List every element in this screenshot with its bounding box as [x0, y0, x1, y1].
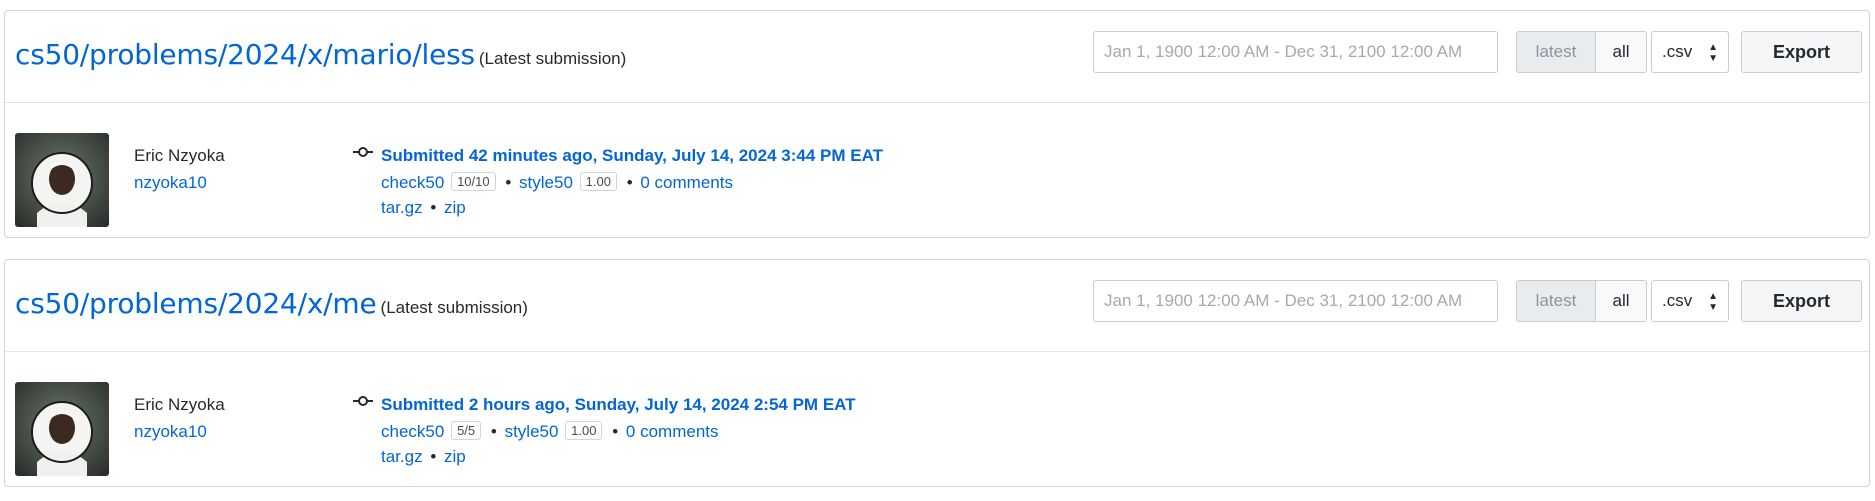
date-range-input[interactable] [1093, 31, 1498, 73]
user-avatar[interactable] [15, 133, 109, 227]
separator: • [430, 198, 437, 217]
zip-download-link[interactable]: zip [444, 447, 466, 466]
user-avatar[interactable] [15, 382, 109, 476]
submission-card-mario-less: cs50/problems/2024/x/mario/less (Latest s… [4, 10, 1870, 238]
check50-link[interactable]: check50 [381, 422, 444, 441]
problem-link[interactable]: cs50/problems/2024/x/me [15, 287, 377, 320]
separator: • [430, 447, 437, 466]
latest-submission-note: (Latest submission) [478, 49, 627, 68]
style50-score-badge: 1.00 [579, 172, 617, 191]
latest-toggle[interactable]: latest [1517, 281, 1596, 321]
latest-submission-note: (Latest submission) [380, 298, 528, 317]
latest-toggle[interactable]: latest [1517, 32, 1596, 72]
all-toggle[interactable]: all [1596, 281, 1646, 321]
user-name: Eric Nzyoka [134, 146, 225, 165]
submission-checks: check50 5/5 • style50 1.00 • 0 comments [381, 421, 719, 442]
separator: • [612, 422, 619, 441]
user-handle-link[interactable]: nzyoka10 [134, 173, 207, 193]
format-select-value: .csv [1662, 42, 1693, 61]
git-commit-icon [353, 147, 373, 157]
export-button[interactable]: Export [1741, 280, 1862, 322]
targz-download-link[interactable]: tar.gz [381, 198, 423, 217]
submission-timestamp-link[interactable]: Submitted 2 hours ago, Sunday, July 14, … [381, 395, 856, 415]
check50-score-badge: 10/10 [451, 172, 496, 191]
style50-link[interactable]: style50 [519, 173, 573, 192]
card-header: cs50/problems/2024/x/mario/less (Latest s… [5, 11, 1869, 103]
sort-caret-icon: ▲ ▼ [1708, 291, 1718, 313]
targz-download-link[interactable]: tar.gz [381, 447, 423, 466]
submission-filter-toggle: latest all [1516, 280, 1647, 322]
card-header: cs50/problems/2024/x/me (Latest submissio… [5, 260, 1869, 352]
download-links: tar.gz • zip [381, 198, 466, 218]
check50-score-badge: 5/5 [451, 421, 482, 440]
sort-caret-icon: ▲ ▼ [1708, 42, 1718, 64]
style50-score-badge: 1.00 [565, 421, 603, 440]
export-button[interactable]: Export [1741, 31, 1862, 73]
user-name: Eric Nzyoka [134, 395, 225, 414]
style50-link[interactable]: style50 [505, 422, 559, 441]
download-links: tar.gz • zip [381, 447, 466, 467]
all-toggle[interactable]: all [1596, 32, 1646, 72]
submission-filter-toggle: latest all [1516, 31, 1647, 73]
submission-card-me: cs50/problems/2024/x/me (Latest submissio… [4, 259, 1870, 487]
format-select-value: .csv [1662, 291, 1693, 310]
problem-link[interactable]: cs50/problems/2024/x/mario/less [15, 38, 475, 71]
format-select[interactable]: .csv ▲ ▼ [1651, 280, 1729, 322]
user-handle-link[interactable]: nzyoka10 [134, 422, 207, 442]
submission-timestamp-link[interactable]: Submitted 42 minutes ago, Sunday, July 1… [381, 146, 883, 166]
zip-download-link[interactable]: zip [444, 198, 466, 217]
separator: • [490, 422, 497, 441]
comments-link[interactable]: 0 comments [626, 422, 719, 441]
git-commit-icon [353, 396, 373, 406]
separator: • [626, 173, 633, 192]
submission-checks: check50 10/10 • style50 1.00 • 0 comment… [381, 172, 733, 193]
check50-link[interactable]: check50 [381, 173, 444, 192]
problem-title: cs50/problems/2024/x/me (Latest submissio… [15, 287, 528, 320]
format-select[interactable]: .csv ▲ ▼ [1651, 31, 1729, 73]
separator: • [505, 173, 512, 192]
problem-title: cs50/problems/2024/x/mario/less (Latest s… [15, 38, 626, 71]
date-range-input[interactable] [1093, 280, 1498, 322]
comments-link[interactable]: 0 comments [640, 173, 733, 192]
